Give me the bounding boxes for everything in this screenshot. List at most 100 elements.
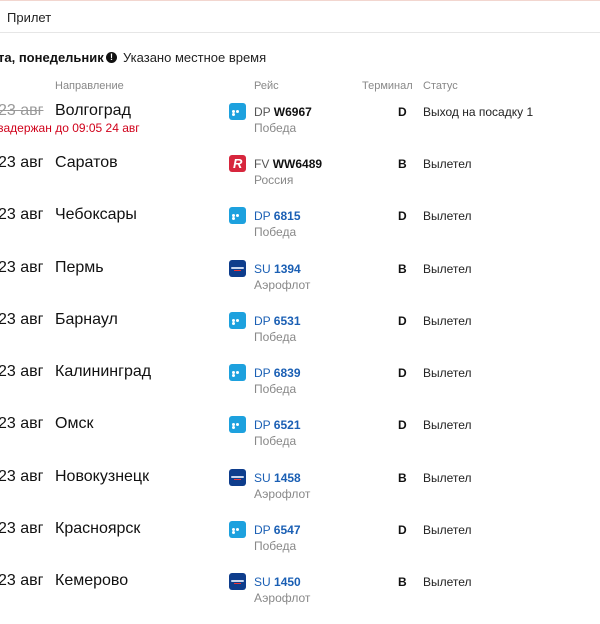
- airline-code: DP: [254, 314, 271, 328]
- flight-city[interactable]: Кемерово: [55, 572, 128, 590]
- aeroflot-logo-icon: [229, 260, 246, 277]
- flight-time: 23 авг: [0, 259, 44, 276]
- flight-num: 6531: [273, 314, 301, 328]
- flight-status: Вылетел: [423, 366, 472, 380]
- flight-status: Вылетел: [423, 262, 472, 276]
- flight-status: Вылетел: [423, 575, 472, 589]
- airline-code: DP: [254, 418, 271, 432]
- flight-number[interactable]: DP 6815: [254, 209, 301, 223]
- aeroflot-logo-icon: [229, 469, 246, 486]
- airline-name: Победа: [254, 382, 297, 396]
- date-label: та, понедельник: [0, 50, 104, 65]
- flight-status: Вылетел: [423, 471, 472, 485]
- flight-row[interactable]: 23 авг задержан до 09:05 24 авг Волгоград D…: [0, 102, 600, 154]
- flight-status: Выход на посадку 1: [423, 105, 534, 119]
- flight-time: 23 авг: [0, 572, 44, 589]
- pobeda-logo-icon: [229, 521, 246, 538]
- flight-number[interactable]: DP W6967: [254, 105, 312, 119]
- flight-city[interactable]: Барнаул: [55, 311, 118, 329]
- flight-status: Вылетел: [423, 314, 472, 328]
- terminal: D: [398, 105, 407, 119]
- flight-city[interactable]: Пермь: [55, 259, 104, 277]
- flight-time: 23 авг: [0, 154, 44, 171]
- airline-name: Аэрофлот: [254, 591, 311, 605]
- col-header-flight: Рейс: [254, 80, 279, 92]
- airline-name: Победа: [254, 330, 297, 344]
- flight-row[interactable]: 23 авг Кемерово SU 1450 Аэрофлот B Вылетел: [0, 572, 600, 624]
- flight-status: Вылетел: [423, 209, 472, 223]
- airline-code: SU: [254, 575, 271, 589]
- aeroflot-logo-icon: [229, 573, 246, 590]
- flight-time: 23 авг: [0, 206, 44, 223]
- flight-number[interactable]: DP 6531: [254, 314, 301, 328]
- flight-number[interactable]: DP 6521: [254, 418, 301, 432]
- flight-num: 1450: [274, 575, 301, 589]
- flight-time: 23 авг: [0, 363, 44, 380]
- flight-time: 23 авг: [0, 311, 44, 328]
- flight-num: 6521: [273, 418, 301, 432]
- airline-name: Аэрофлот: [254, 487, 311, 501]
- col-header-direction: Направление: [55, 80, 124, 92]
- flight-number[interactable]: FV WW6489: [254, 157, 322, 171]
- terminal: B: [398, 471, 407, 485]
- flight-number[interactable]: DP 6839: [254, 366, 301, 380]
- terminal: D: [398, 209, 407, 223]
- terminal: B: [398, 262, 407, 276]
- airline-name: Россия: [254, 173, 294, 187]
- flight-city[interactable]: Красноярск: [55, 520, 140, 538]
- flight-num: 1394: [274, 262, 301, 276]
- flight-number[interactable]: SU 1450: [254, 575, 301, 589]
- flight-city[interactable]: Саратов: [55, 154, 118, 172]
- flight-row[interactable]: 23 авг Омск DP 6521 Победа D Вылетел: [0, 415, 600, 467]
- flight-number[interactable]: SU 1394: [254, 262, 301, 276]
- flight-row[interactable]: 23 авг Новокузнецк SU 1458 Аэрофлот B Вылетел: [0, 468, 600, 520]
- airline-name: Победа: [254, 225, 297, 239]
- pobeda-logo-icon: [229, 364, 246, 381]
- pobeda-logo-icon: [229, 312, 246, 329]
- flight-row[interactable]: 23 авг Саратов R FV WW6489 Россия B Вылетел: [0, 154, 600, 206]
- airline-code: SU: [254, 262, 271, 276]
- flight-row[interactable]: 23 авг Красноярск DP 6547 Победа D Вылетел: [0, 520, 600, 572]
- flight-num: 1458: [274, 471, 301, 485]
- flight-time: 23 авг: [0, 468, 44, 485]
- flight-time: 23 авг: [0, 415, 44, 432]
- flight-row[interactable]: 23 авг Пермь SU 1394 Аэрофлот B Вылетел: [0, 259, 600, 311]
- terminal: D: [398, 418, 407, 432]
- flight-num: W6967: [273, 105, 312, 119]
- flight-city[interactable]: Волгоград: [55, 102, 131, 120]
- delay-note: задержан до 09:05 24 авг: [0, 121, 140, 135]
- flight-time: 23 авг: [0, 520, 44, 537]
- date-row: та, понедельник ! Указано местное время: [0, 50, 600, 68]
- flight-status: Вылетел: [423, 157, 472, 171]
- local-time-note: ! Указано местное время: [106, 50, 266, 65]
- terminal: B: [398, 157, 407, 171]
- terminal: B: [398, 575, 407, 589]
- tab-arrivals[interactable]: Прилет: [7, 10, 51, 25]
- flight-city[interactable]: Омск: [55, 415, 93, 433]
- rossiya-logo-icon: R: [229, 155, 246, 172]
- airline-code: DP: [254, 209, 271, 223]
- airline-code: DP: [254, 105, 271, 119]
- flight-status: Вылетел: [423, 523, 472, 537]
- flight-row[interactable]: 23 авг Чебоксары DP 6815 Победа D Вылетел: [0, 206, 600, 258]
- top-tabs: Прилет: [0, 0, 600, 33]
- airline-name: Победа: [254, 121, 297, 135]
- flight-num: WW6489: [272, 157, 323, 171]
- flight-city[interactable]: Новокузнецк: [55, 468, 149, 486]
- airline-code: FV: [254, 157, 270, 171]
- flight-status: Вылетел: [423, 418, 472, 432]
- flight-city[interactable]: Чебоксары: [55, 206, 137, 224]
- flight-row[interactable]: 23 авг Калининград DP 6839 Победа D Вылетел: [0, 363, 600, 415]
- flight-num: 6839: [273, 366, 301, 380]
- terminal: D: [398, 366, 407, 380]
- airline-code: DP: [254, 366, 271, 380]
- flight-num: 6547: [273, 523, 301, 537]
- airline-code: SU: [254, 471, 271, 485]
- flight-city[interactable]: Калининград: [55, 363, 151, 381]
- flight-number[interactable]: SU 1458: [254, 471, 301, 485]
- pobeda-logo-icon: [229, 207, 246, 224]
- local-time-text: Указано местное время: [123, 50, 267, 65]
- flight-row[interactable]: 23 авг Барнаул DP 6531 Победа D Вылетел: [0, 311, 600, 363]
- col-header-status: Статус: [423, 80, 458, 92]
- flight-number[interactable]: DP 6547: [254, 523, 301, 537]
